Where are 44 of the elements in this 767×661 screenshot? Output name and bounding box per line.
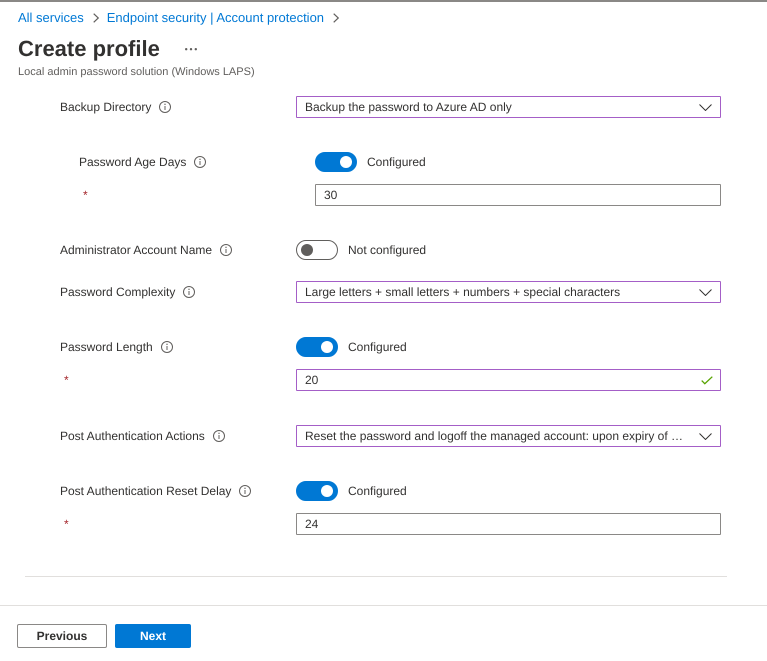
chevron-down-icon [699, 432, 712, 440]
dropdown[interactable]: Large letters + small letters + numbers + special characters [296, 281, 721, 303]
setting-label: Post Authentication Actions [60, 428, 205, 444]
info-icon[interactable] [212, 430, 225, 442]
toggle-switch[interactable] [296, 337, 338, 357]
toggle-switch[interactable] [296, 481, 338, 501]
page-subtitle: Local admin password solution (Windows LAPS) [18, 65, 256, 79]
previous-button[interactable]: Previous [17, 624, 107, 648]
setting-label: Post Authentication Reset Delay [60, 483, 232, 499]
dropdown[interactable]: Backup the password to Azure AD only [296, 96, 721, 118]
toggle-status: Configured [367, 154, 426, 171]
chevron-down-icon [699, 288, 712, 296]
info-icon[interactable] [159, 101, 172, 113]
dropdown[interactable]: Reset the password and logoff the managed account: upon expiry of … [296, 425, 721, 447]
info-icon[interactable] [160, 341, 173, 353]
required-asterisk: * [63, 372, 69, 388]
toggle-status: Not configured [348, 242, 426, 259]
toggle-switch[interactable] [315, 152, 357, 172]
toggle-status: Configured [348, 339, 407, 356]
page-title: Create profile [18, 35, 160, 63]
info-icon[interactable] [239, 485, 252, 497]
setting-label: Password Complexity [60, 284, 176, 300]
setting-label: Backup Directory [60, 99, 152, 115]
info-icon[interactable] [183, 286, 196, 298]
info-icon[interactable] [194, 156, 206, 168]
required-asterisk: * [82, 187, 88, 203]
text-field[interactable]: 30 [315, 184, 721, 206]
chevron-right-icon [333, 13, 340, 23]
breadcrumb-link[interactable]: All services [18, 8, 84, 28]
toggle-switch[interactable] [296, 240, 338, 260]
more-icon[interactable] [184, 48, 197, 50]
setting-label: Password Length [60, 339, 153, 355]
chevron-down-icon [699, 104, 712, 110]
text-field[interactable]: 20 [296, 369, 721, 391]
required-asterisk: * [63, 516, 69, 532]
breadcrumb-link[interactable]: Endpoint security | Account protection [106, 8, 324, 28]
next-button[interactable]: Next [115, 624, 191, 648]
chevron-right-icon [92, 13, 99, 23]
info-icon[interactable] [220, 244, 232, 256]
check-icon [701, 376, 713, 385]
setting-label: Password Age Days [79, 154, 186, 170]
setting-label: Administrator Account Name [60, 242, 212, 258]
toggle-status: Configured [348, 483, 407, 500]
text-field[interactable]: 24 [296, 513, 721, 535]
